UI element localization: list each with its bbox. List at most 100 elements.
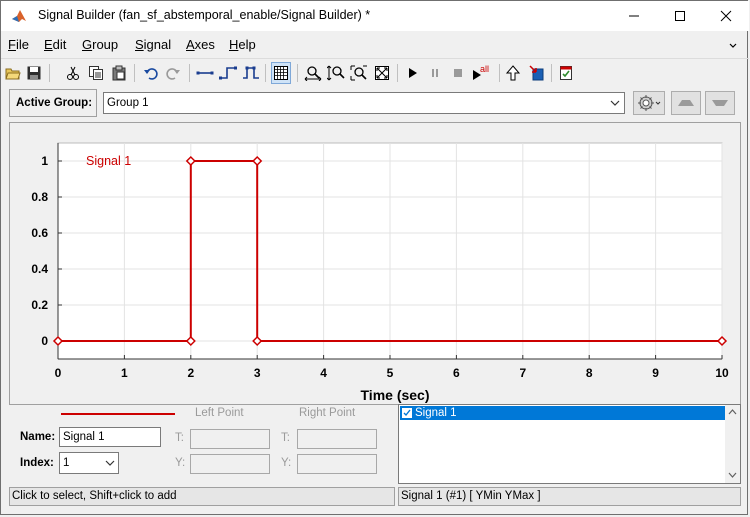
cut-button[interactable] [63,62,83,84]
active-group-label: Active Group: [9,89,97,117]
paste-icon [112,65,126,81]
pause-icon [432,69,438,77]
y-tick-label: 0.6 [31,226,48,240]
redo-icon [166,68,180,80]
x-tick-label: 3 [254,366,261,380]
save-icon [27,66,41,80]
left-t-input[interactable] [190,429,270,449]
step-up-icon [219,66,237,80]
signal-list-item-label: Signal 1 [415,407,457,419]
right-y-label: Y: [281,457,292,469]
undo-button[interactable] [141,62,161,84]
x-tick-label: 5 [387,366,394,380]
close-button[interactable] [703,1,749,31]
active-group-select[interactable]: Group 1 [103,92,625,114]
gear-icon [638,95,661,111]
paste-button[interactable] [109,62,129,84]
index-value: 1 [63,457,70,469]
index-label: Index: [20,457,54,469]
menu-help[interactable]: Help [229,37,256,52]
go-to-model-icon [529,65,544,81]
signal-chart[interactable]: 0 1 2 3 4 5 6 7 8 9 10 0 0.2 0.4 0.6 0.8 1 Signal 1 Time… [10,123,740,404]
plot-panel: 0 1 2 3 4 5 6 7 8 9 10 0 0.2 0.4 0.6 0.8 1 Signal 1 Time… [9,122,741,405]
menu-file[interactable]: File [8,37,29,52]
x-axis-label: Time (sec) [361,387,430,403]
menu-group[interactable]: Group [82,37,118,52]
pulse-icon [243,66,259,79]
zoom-y-icon [327,65,345,81]
right-y-input[interactable] [297,454,377,474]
stop-button[interactable] [448,62,468,84]
status-signal-info: Signal 1 (#1) [ YMin YMax ] [398,487,741,506]
group-up-button[interactable] [671,91,701,115]
scroll-down-icon[interactable] [728,471,737,479]
redo-button[interactable] [163,62,183,84]
menu-axes[interactable]: Axes [186,37,215,52]
copy-icon [89,66,103,80]
play-all-button[interactable]: all [471,62,495,84]
index-select[interactable]: 1 [59,452,119,474]
pause-button[interactable] [425,62,445,84]
zoom-y-button[interactable] [326,62,346,84]
go-to-model-button[interactable] [526,62,546,84]
zoom-x-button[interactable] [303,62,323,84]
signal-list[interactable]: Signal 1 [398,404,741,484]
copy-button[interactable] [86,62,106,84]
y-tick-label: 0.8 [31,190,48,204]
title-bar: Signal Builder (fan_sf_abstemporal_enabl… [1,1,749,31]
x-tick-label: 4 [320,366,327,380]
pulse-button[interactable] [241,62,261,84]
help-button[interactable] [556,62,576,84]
line-segment-icon [196,71,214,75]
signal-name-input[interactable]: Signal 1 [59,427,161,447]
y-tick-label: 0 [41,334,48,348]
menu-signal[interactable]: Signal [135,37,171,52]
x-tick-label: 2 [187,366,194,380]
maximize-button[interactable] [657,1,703,31]
menu-overflow-arrow-icon[interactable] [729,40,737,48]
svg-text:all: all [480,64,489,74]
tab-up-icon [678,100,694,106]
group-down-button[interactable] [705,91,735,115]
step-up-button[interactable] [218,62,238,84]
status-hint: Click to select, Shift+click to add [9,487,395,506]
zoom-x-icon [304,66,322,81]
name-label: Name: [20,431,56,443]
play-icon [409,68,417,78]
maximize-icon [675,11,685,21]
signal-line-sample [61,413,175,415]
undo-icon [144,68,158,80]
scroll-up-icon[interactable] [728,408,737,416]
menu-edit[interactable]: Edit [44,37,66,52]
right-t-input[interactable] [297,429,377,449]
up-arrow-icon [505,65,521,81]
open-button[interactable] [3,62,23,84]
up-arrow-button[interactable] [503,62,523,84]
y-tick-label: 0.2 [31,298,48,312]
help-icon [560,66,572,80]
signal-list-scrollbar[interactable] [725,405,740,483]
minimize-button[interactable] [611,1,657,31]
y-tick-label: 1 [41,154,48,168]
save-button[interactable] [24,62,44,84]
close-icon [720,10,732,22]
line-segment-button[interactable] [195,62,215,84]
left-y-input[interactable] [190,454,270,474]
signal-properties-panel: Left Point Right Point Name: Signal 1 T:… [9,404,741,486]
play-all-icon: all [473,64,489,80]
active-group-bar: Active Group: Group 1 [9,89,741,119]
zoom-xy-button[interactable] [349,62,369,84]
checkbox-checked-icon[interactable] [402,408,412,418]
menu-bar: File Edit Group Signal Axes Help [1,33,749,55]
grid-toggle-button[interactable] [271,62,291,84]
left-y-label: Y: [175,457,186,469]
fit-view-icon [375,66,389,80]
matlab-logo-icon [11,8,27,24]
group-settings-button[interactable] [633,91,665,115]
zoom-xy-icon [350,65,367,81]
list-item[interactable]: Signal 1 [400,406,725,420]
x-tick-label: 10 [715,366,729,380]
series-label-signal-1: Signal 1 [86,154,131,168]
play-button[interactable] [403,62,423,84]
fit-view-button[interactable] [372,62,392,84]
